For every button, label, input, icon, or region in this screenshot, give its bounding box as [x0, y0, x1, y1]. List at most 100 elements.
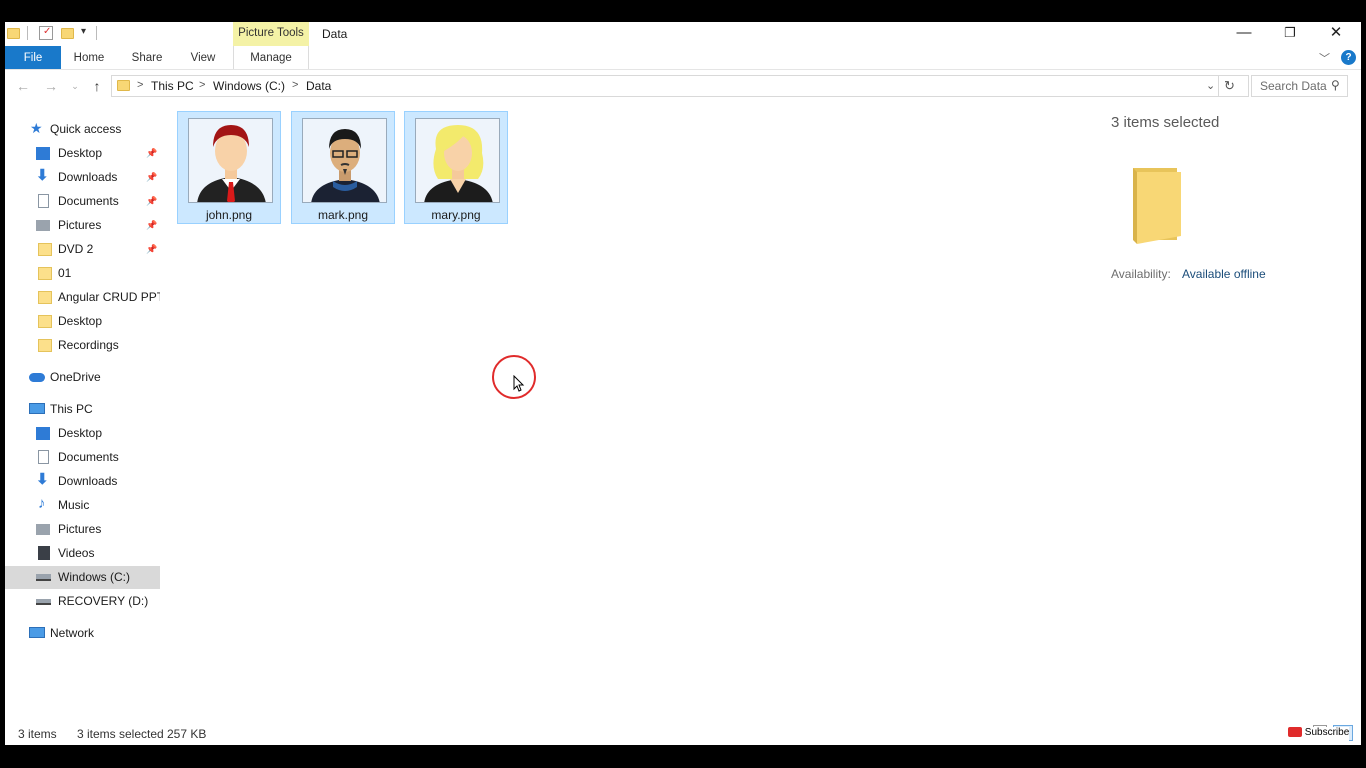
breadcrumb-separator[interactable]: >	[292, 79, 298, 91]
availability-value: Available offline	[1182, 267, 1266, 281]
minimize-button[interactable]: —	[1221, 22, 1267, 46]
document-icon	[38, 194, 49, 208]
sidebar-item-desktop[interactable]: Desktop 📌	[5, 142, 160, 165]
sidebar-item-windows-c[interactable]: Windows (C:)	[5, 566, 160, 589]
sidebar-item-music[interactable]: ♪ Music	[5, 494, 160, 517]
sidebar-item-pc-documents[interactable]: Documents	[5, 446, 160, 469]
sidebar-item-this-pc[interactable]: This PC	[5, 398, 160, 421]
sidebar-item-desktop-folder[interactable]: Desktop	[5, 310, 160, 333]
pin-icon[interactable]: 📌	[146, 238, 157, 261]
pin-icon[interactable]: 📌	[146, 214, 157, 237]
search-placeholder: Search Data	[1260, 79, 1327, 93]
explorer-window: ✓ ▾ Picture Tools Data — ❐ ✕ File Home S…	[5, 22, 1361, 745]
sidebar-item-label: Desktop	[58, 426, 103, 440]
breadcrumb-separator[interactable]: >	[137, 79, 143, 91]
pictures-icon	[36, 524, 50, 535]
sidebar-item-label: Network	[50, 626, 95, 640]
sidebar-item-pc-desktop[interactable]: Desktop	[5, 422, 160, 445]
up-arrow-icon[interactable]: ↑	[87, 76, 107, 96]
sidebar-item-recordings[interactable]: Recordings	[5, 334, 160, 357]
picture-tools-label: Picture Tools	[233, 22, 309, 46]
desktop-icon	[36, 427, 50, 440]
address-bar[interactable]: > This PC > Windows (C:) > Data ⌄ ↻	[111, 75, 1249, 97]
pin-icon[interactable]: 📌	[146, 142, 157, 165]
sidebar-item-label: OneDrive	[50, 370, 101, 384]
star-icon: ★	[30, 120, 43, 136]
download-arrow-icon: ⬇	[36, 167, 49, 184]
sidebar-item-videos[interactable]: Videos	[5, 542, 160, 565]
close-button[interactable]: ✕	[1313, 22, 1359, 46]
folder-icon	[117, 80, 130, 91]
drive-icon	[36, 599, 51, 605]
pin-icon[interactable]: 📌	[146, 166, 157, 189]
qat-dropdown-icon[interactable]: ▾	[81, 26, 86, 42]
breadcrumb-separator[interactable]: >	[199, 79, 205, 91]
manage-tab-frame: Manage	[233, 46, 309, 70]
details-pane: 3 items selected Availability: Available…	[1111, 114, 1351, 294]
sidebar-item-quick-access[interactable]: ★ Quick access	[5, 118, 160, 141]
sidebar-item-pictures[interactable]: Pictures 📌	[5, 214, 160, 237]
address-dropdown-icon[interactable]: ⌄	[1206, 79, 1215, 92]
file-tile-john[interactable]: john.png	[177, 111, 281, 224]
sidebar-item-label: Desktop	[58, 146, 103, 160]
forward-arrow-icon[interactable]: →	[41, 76, 61, 96]
file-tile-mark[interactable]: mark.png	[291, 111, 395, 224]
sidebar-item-label: Quick access	[50, 122, 122, 136]
search-input[interactable]: Search Data ⚲	[1251, 75, 1348, 97]
title-bar: ✓ ▾ Picture Tools Data — ❐ ✕	[5, 22, 1361, 46]
help-icon[interactable]: ?	[1341, 50, 1356, 65]
sidebar-item-angular-crud-ppts[interactable]: Angular CRUD PPTs	[5, 286, 160, 309]
navigation-bar: ← → ⌄ ↑ > This PC > Windows (C:) > Data …	[5, 74, 1361, 98]
tab-view[interactable]: View	[183, 46, 223, 70]
folder-icon	[38, 339, 52, 352]
breadcrumb-windows-c[interactable]: Windows (C:)	[213, 79, 285, 93]
breadcrumb-this-pc[interactable]: This PC	[151, 79, 194, 93]
ribbon-tabs: File Home Share View Manage ﹀ ?	[5, 46, 1361, 70]
mary-avatar-image	[415, 118, 500, 203]
folder-icon	[38, 291, 52, 304]
breadcrumb-data[interactable]: Data	[306, 79, 331, 93]
back-arrow-icon[interactable]: ←	[13, 76, 33, 96]
john-avatar-image	[188, 118, 273, 203]
status-bar: 3 items 3 items selected 257 KB	[5, 724, 1361, 745]
tab-share[interactable]: Share	[127, 46, 167, 70]
selected-count: 3 items selected	[77, 727, 164, 741]
sidebar-item-network[interactable]: Network	[5, 622, 160, 645]
music-note-icon: ♪	[38, 495, 46, 512]
computer-icon	[29, 403, 45, 414]
file-tile-mary[interactable]: mary.png	[404, 111, 508, 224]
sidebar-item-01[interactable]: 01	[5, 262, 160, 285]
tab-file[interactable]: File	[5, 46, 61, 70]
tab-manage[interactable]: Manage	[234, 46, 308, 70]
cursor-highlight-ring	[492, 355, 536, 399]
sidebar-item-downloads[interactable]: ⬇ Downloads 📌	[5, 166, 160, 189]
pin-icon[interactable]: 📌	[146, 190, 157, 213]
film-icon	[38, 546, 50, 560]
selection-count: 3 items selected	[1111, 114, 1220, 131]
ribbon-collapse-icon[interactable]: ﹀	[1319, 50, 1330, 66]
sidebar-item-documents[interactable]: Documents 📌	[5, 190, 160, 213]
sidebar-item-pc-pictures[interactable]: Pictures	[5, 518, 160, 541]
sidebar-item-label: Music	[58, 498, 90, 512]
new-folder-icon[interactable]	[61, 28, 74, 39]
sidebar-item-pc-downloads[interactable]: ⬇ Downloads	[5, 470, 160, 493]
qat-divider	[27, 26, 28, 40]
refresh-icon[interactable]: ↻	[1224, 78, 1235, 94]
restore-button[interactable]: ❐	[1267, 22, 1313, 46]
sidebar-item-label: Desktop	[58, 314, 103, 328]
sidebar-item-recovery-d[interactable]: RECOVERY (D:)	[5, 590, 160, 613]
properties-icon[interactable]: ✓	[39, 26, 53, 40]
subscribe-overlay[interactable]: Subscribe	[1288, 727, 1350, 741]
sidebar-item-label: Downloads	[58, 170, 118, 184]
tab-home[interactable]: Home	[69, 46, 109, 70]
sidebar-item-label: This PC	[50, 402, 93, 416]
download-arrow-icon: ⬇	[36, 471, 49, 488]
folder-icon	[38, 243, 52, 256]
sidebar-item-label: Angular CRUD PPTs	[58, 290, 160, 304]
sidebar-item-dvd-2[interactable]: DVD 2 📌	[5, 238, 160, 261]
folder-icon	[7, 28, 20, 39]
desktop-icon	[36, 147, 50, 160]
sidebar-item-onedrive[interactable]: OneDrive	[5, 366, 160, 389]
network-icon	[29, 627, 45, 638]
recent-locations-chevron-icon[interactable]: ⌄	[65, 76, 85, 96]
